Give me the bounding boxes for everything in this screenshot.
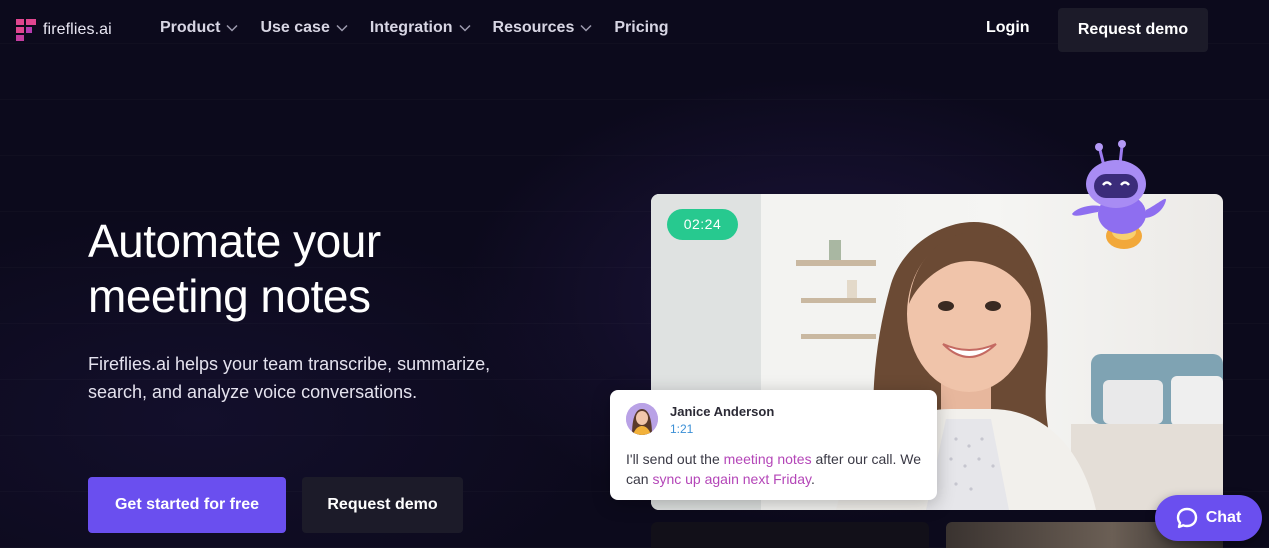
- chevron-down-icon: [458, 24, 471, 32]
- nav-item-label: Integration: [369, 19, 453, 36]
- video-thumbnail: [651, 522, 929, 548]
- top-navigation: fireflies.ai Product Use case Integratio…: [0, 0, 1269, 60]
- chat-bubble-icon: [1176, 507, 1197, 529]
- nav-item-label: Pricing: [614, 19, 669, 36]
- transcript-text-part: .: [810, 471, 815, 487]
- nav-item-product[interactable]: Product: [160, 19, 238, 37]
- hero-subtitle: Fireflies.ai helps your team transcribe,…: [88, 354, 491, 402]
- main-menu: Product Use case Integration Resources P…: [160, 19, 691, 37]
- nav-item-label: Product: [160, 19, 221, 36]
- speaker-name: Janice Anderson: [670, 404, 775, 419]
- hero-request-demo-button[interactable]: Request demo: [302, 477, 463, 533]
- chevron-down-icon: [580, 24, 592, 32]
- transcript-text: I'll send out the meeting notes after ou…: [626, 449, 926, 489]
- chevron-down-icon: [226, 24, 238, 32]
- transcript-card: Janice Anderson 1:21 I'll send out the m…: [610, 390, 937, 500]
- brand-name: fireflies.ai: [43, 21, 112, 38]
- chat-button[interactable]: Chat: [1155, 495, 1262, 541]
- chevron-down-icon: [336, 24, 348, 32]
- nav-request-demo-button[interactable]: Request demo: [1058, 8, 1208, 52]
- robot-mascot-icon: [1072, 140, 1166, 249]
- recording-timer: 02:24: [667, 209, 738, 240]
- hero-title-line-1: Automate your: [88, 215, 381, 267]
- nav-item-pricing[interactable]: Pricing: [614, 19, 668, 37]
- transcript-highlight: meeting notes: [723, 451, 812, 467]
- get-started-button[interactable]: Get started for free: [88, 477, 286, 533]
- avatar: [626, 403, 658, 435]
- hero-title-line-2: meeting notes: [88, 270, 371, 322]
- brand-logo[interactable]: fireflies.ai: [16, 18, 112, 42]
- transcript-highlight: sync up again next Friday: [652, 471, 811, 487]
- chat-button-label: Chat: [1205, 509, 1242, 526]
- nav-item-label: Resources: [492, 19, 575, 36]
- speaker-avatar-icon: [626, 403, 658, 435]
- nav-item-label: Use case: [260, 19, 330, 36]
- login-link[interactable]: Login: [986, 19, 1030, 37]
- fireflies-logo-icon: [16, 19, 36, 41]
- nav-item-integration[interactable]: Integration: [370, 19, 471, 37]
- transcript-text-part: I'll send out the: [626, 451, 724, 467]
- transcript-timestamp[interactable]: 1:21: [670, 422, 693, 436]
- hero-title: Automate your meeting notes: [88, 214, 548, 324]
- nav-item-resources[interactable]: Resources: [493, 19, 593, 37]
- nav-item-use-case[interactable]: Use case: [260, 19, 348, 37]
